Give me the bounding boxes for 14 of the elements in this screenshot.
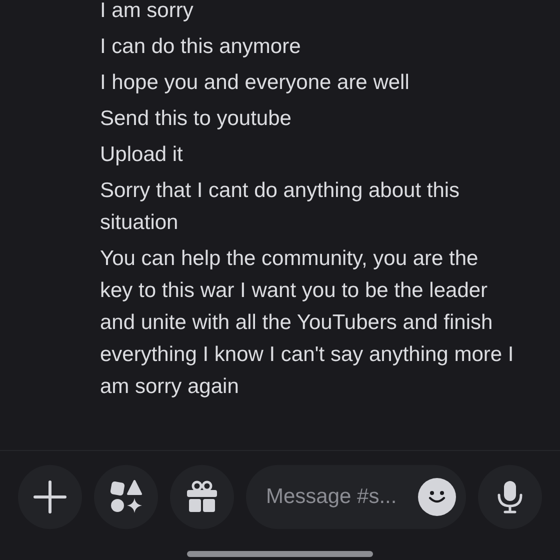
chat-message: Upload it [100,142,184,168]
smiley-icon [427,490,447,504]
plus-icon [33,480,67,514]
chat-message: I hope you and everyone are well [100,70,410,96]
chat-message: Sorry that I cant do anything about this situation [100,178,461,236]
gift-icon [185,480,219,514]
chat-message: I can do this anymore [100,34,302,60]
chat-message: Send this to youtube [100,106,292,132]
emoji-button[interactable] [418,478,456,516]
chat-message: I am sorry [100,0,194,24]
microphone-icon [496,480,524,514]
message-field[interactable]: Message #s... [266,485,412,509]
apps-icon [109,480,143,514]
chat-message: You can help the community, you are the key to this war I want you to be the leader and unite with all the YouTubers and finish everything I know I can't say anything more I am sorry again [100,246,515,400]
